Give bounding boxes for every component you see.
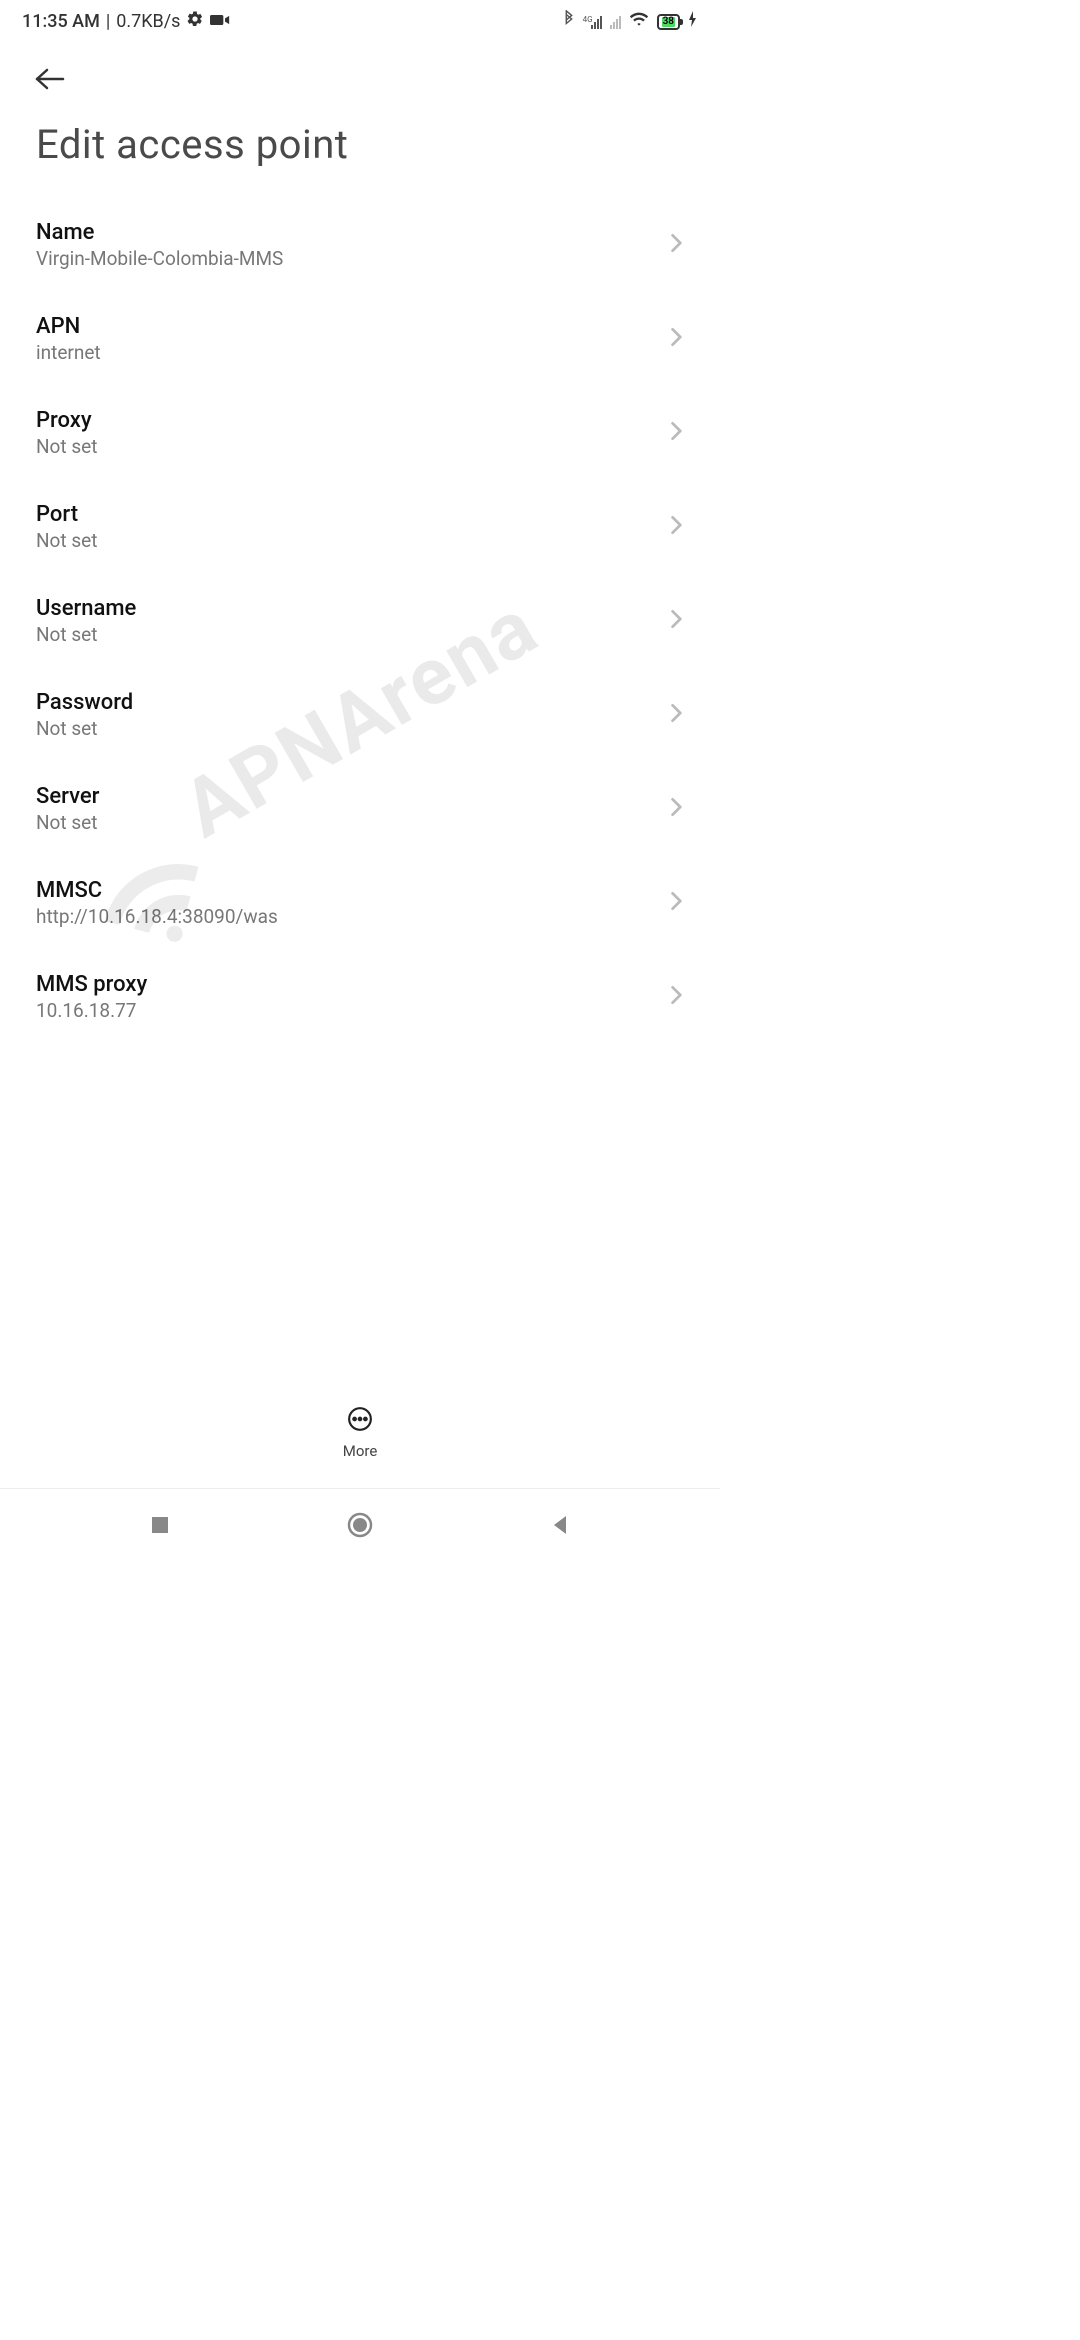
chevron-right-icon xyxy=(670,326,684,352)
status-time: 11:35 AM xyxy=(22,11,100,32)
chevron-right-icon xyxy=(670,514,684,540)
setting-value: Not set xyxy=(36,811,99,834)
setting-value: internet xyxy=(36,341,101,364)
setting-row-apn[interactable]: APNinternet xyxy=(20,292,700,386)
setting-row-port[interactable]: PortNot set xyxy=(20,480,700,574)
nav-recent-button[interactable] xyxy=(140,1505,180,1545)
status-separator: | xyxy=(106,11,110,32)
bluetooth-icon xyxy=(563,10,575,33)
battery-level: 38 xyxy=(662,17,675,27)
setting-row-mmsproxy[interactable]: MMS proxy10.16.18.77 xyxy=(20,950,700,1044)
setting-row-mmsc[interactable]: MMSChttp://10.16.18.4:38090/was xyxy=(20,856,700,950)
setting-label: Proxy xyxy=(36,408,97,433)
back-arrow-icon xyxy=(33,67,67,91)
back-button[interactable] xyxy=(30,59,70,99)
chevron-right-icon xyxy=(670,702,684,728)
nav-home-button[interactable] xyxy=(340,1505,380,1545)
setting-value: Not set xyxy=(36,717,133,740)
wifi-icon xyxy=(629,11,649,32)
more-button[interactable]: More xyxy=(343,1406,378,1460)
setting-label: MMSC xyxy=(36,878,278,903)
status-rate: 0.7KB/s xyxy=(116,11,180,32)
signal-icon-2 xyxy=(610,15,621,29)
page-title: Edit access point xyxy=(0,111,720,198)
gear-icon xyxy=(186,10,204,33)
chevron-right-icon xyxy=(670,232,684,258)
square-icon xyxy=(150,1515,170,1535)
nav-back-button[interactable] xyxy=(540,1505,580,1545)
settings-list: NameVirgin-Mobile-Colombia-MMSAPNinterne… xyxy=(0,198,720,1044)
chevron-right-icon xyxy=(670,796,684,822)
setting-label: APN xyxy=(36,314,101,339)
battery-icon: 38 xyxy=(657,14,680,30)
setting-label: Name xyxy=(36,220,283,245)
status-right: 4G 38 xyxy=(563,10,698,33)
chevron-right-icon xyxy=(670,420,684,446)
more-icon xyxy=(347,1406,373,1436)
setting-label: Password xyxy=(36,690,133,715)
signal-icon-1 xyxy=(591,15,602,29)
system-nav-bar xyxy=(0,1488,720,1560)
status-bar: 11:35 AM | 0.7KB/s 4G 38 xyxy=(0,0,720,39)
top-nav xyxy=(0,39,720,111)
setting-row-password[interactable]: PasswordNot set xyxy=(20,668,700,762)
status-left: 11:35 AM | 0.7KB/s xyxy=(22,10,230,33)
setting-row-server[interactable]: ServerNot set xyxy=(20,762,700,856)
setting-value: Not set xyxy=(36,435,97,458)
chevron-right-icon xyxy=(670,984,684,1010)
camera-icon xyxy=(210,11,230,32)
setting-label: Port xyxy=(36,502,97,527)
circle-icon xyxy=(347,1512,373,1538)
setting-row-name[interactable]: NameVirgin-Mobile-Colombia-MMS xyxy=(20,198,700,292)
setting-value: http://10.16.18.4:38090/was xyxy=(36,905,278,928)
setting-label: Username xyxy=(36,596,136,621)
setting-value: 10.16.18.77 xyxy=(36,999,147,1022)
setting-row-proxy[interactable]: ProxyNot set xyxy=(20,386,700,480)
setting-label: Server xyxy=(36,784,99,809)
action-bar: More xyxy=(0,1392,720,1476)
setting-value: Not set xyxy=(36,529,97,552)
setting-row-username[interactable]: UsernameNot set xyxy=(20,574,700,668)
more-label: More xyxy=(343,1442,378,1460)
chevron-right-icon xyxy=(670,890,684,916)
setting-value: Virgin-Mobile-Colombia-MMS xyxy=(36,247,283,270)
setting-label: MMS proxy xyxy=(36,972,147,997)
charging-icon xyxy=(688,11,698,32)
triangle-back-icon xyxy=(550,1514,570,1536)
setting-value: Not set xyxy=(36,623,136,646)
chevron-right-icon xyxy=(670,608,684,634)
